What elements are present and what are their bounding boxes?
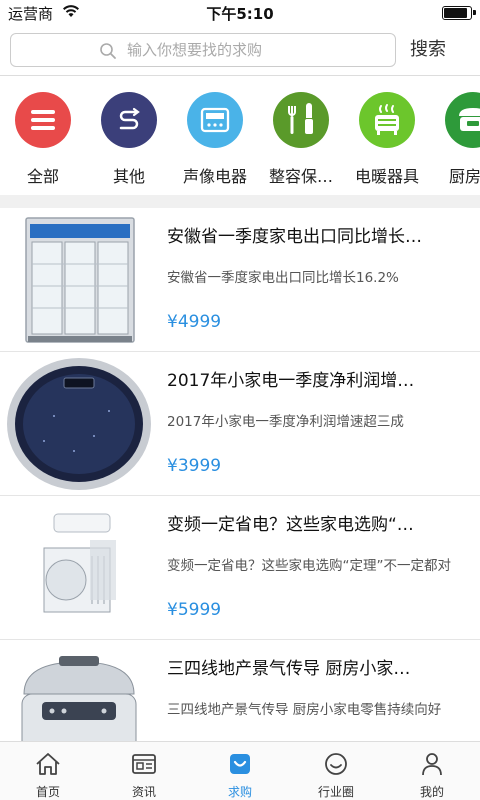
category-heater[interactable]: 电暖器具 xyxy=(344,77,430,195)
circle-icon xyxy=(325,753,347,775)
product-description: 安徽省一季度家电出口同比增长16.2% xyxy=(167,270,399,286)
tab-news[interactable]: 资讯 xyxy=(96,742,192,800)
product-item[interactable]: 安徽省一季度家电出口同比增长… 安徽省一季度家电出口同比增长16.2% ¥499… xyxy=(0,208,480,352)
category-all[interactable]: 全部 xyxy=(0,77,86,195)
product-description: 2017年小家电一季度净利润增速超三成 xyxy=(167,414,404,430)
rice-cooker-icon xyxy=(445,92,480,148)
beauty-tools-icon xyxy=(273,92,329,148)
product-title: 三四线地产景气传导 厨房小家… xyxy=(167,659,411,679)
battery-level xyxy=(444,8,467,18)
search-icon xyxy=(100,43,116,59)
product-title: 变频一定省电？这些家电选购“… xyxy=(167,515,414,535)
user-icon xyxy=(422,753,442,776)
category-icon-bg xyxy=(273,92,329,148)
display-fridge-image xyxy=(4,212,154,348)
category-bar: 全部 其他 声像电器 整容保… 电暖器具 厨房 xyxy=(0,77,480,195)
tab-label: 我的 xyxy=(419,785,444,799)
status-bar: 运营商 下午5:10 xyxy=(0,0,480,26)
audio-device-icon xyxy=(187,92,243,148)
route-icon xyxy=(101,92,157,148)
battery-icon xyxy=(442,6,476,20)
tab-label: 行业圈 xyxy=(317,785,354,799)
category-icon-bg xyxy=(359,92,415,148)
product-price: ¥4999 xyxy=(167,312,222,332)
category-label: 其他 xyxy=(112,167,145,186)
bottom-tab-bar: 首页 资讯 求购 行业圈 我的 xyxy=(0,741,480,800)
category-audio-video[interactable]: 声像电器 xyxy=(172,77,258,195)
product-title: 2017年小家电一季度净利润增… xyxy=(167,371,415,391)
product-description: 变频一定省电？这些家电选购“定理”不一定都对 xyxy=(167,558,451,574)
tab-industry-circle[interactable]: 行业圈 xyxy=(288,742,384,800)
news-icon xyxy=(132,754,156,774)
product-title: 安徽省一季度家电出口同比增长… xyxy=(167,227,422,247)
tab-label: 首页 xyxy=(35,785,60,799)
category-label: 整容保… xyxy=(268,167,333,186)
category-icon-bg xyxy=(101,92,157,148)
search-header: 搜索 xyxy=(0,26,480,76)
tab-label: 求购 xyxy=(227,785,252,799)
category-icon-bg xyxy=(445,92,480,148)
rice-cooker-image xyxy=(4,644,154,741)
tab-purchase[interactable]: 求购 xyxy=(192,742,288,800)
product-item[interactable]: 2017年小家电一季度净利润增… 2017年小家电一季度净利润增速超三成 ¥39… xyxy=(0,352,480,496)
air-conditioner-image xyxy=(4,500,154,636)
category-kitchen[interactable]: 厨房电 xyxy=(430,77,480,195)
menu-icon xyxy=(15,92,71,148)
category-label: 全部 xyxy=(26,167,59,186)
heater-icon xyxy=(359,92,415,148)
product-price: ¥5999 xyxy=(167,600,222,620)
clock: 下午5:10 xyxy=(206,5,274,23)
category-label: 电暖器具 xyxy=(354,167,419,186)
tab-profile[interactable]: 我的 xyxy=(384,742,480,800)
product-description: 三四线地产景气传导 厨房小家电零售持续向好 xyxy=(167,702,442,718)
product-price: ¥3999 xyxy=(167,456,222,476)
purchase-icon xyxy=(230,754,250,774)
tab-label: 资讯 xyxy=(131,785,156,799)
category-label: 声像电器 xyxy=(182,167,247,186)
tab-home[interactable]: 首页 xyxy=(0,742,96,800)
search-button[interactable]: 搜索 xyxy=(410,35,446,61)
search-input[interactable] xyxy=(127,38,387,62)
category-other[interactable]: 其他 xyxy=(86,77,172,195)
product-item[interactable]: 变频一定省电？这些家电选购“… 变频一定省电？这些家电选购“定理”不一定都对 ¥… xyxy=(0,496,480,640)
search-box[interactable] xyxy=(10,33,396,67)
section-divider xyxy=(0,195,480,208)
category-icon-bg xyxy=(15,92,71,148)
home-icon xyxy=(36,753,60,775)
product-list: 安徽省一季度家电出口同比增长… 安徽省一季度家电出口同比增长16.2% ¥499… xyxy=(0,208,480,741)
category-icon-bg xyxy=(187,92,243,148)
category-beauty[interactable]: 整容保… xyxy=(258,77,344,195)
category-label: 厨房电 xyxy=(448,167,480,186)
product-item[interactable]: 三四线地产景气传导 厨房小家… 三四线地产景气传导 厨房小家电零售持续向好 xyxy=(0,640,480,741)
robot-vacuum-image xyxy=(4,356,154,492)
